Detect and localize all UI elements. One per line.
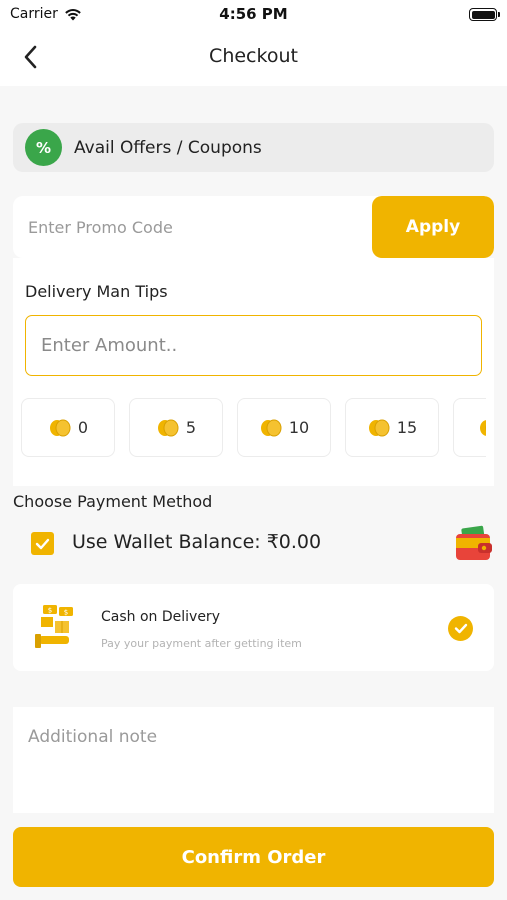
selected-check-icon (448, 616, 473, 641)
coin-icon (259, 418, 283, 438)
tip-option-0[interactable]: 0 (21, 398, 115, 457)
tip-option-more[interactable] (453, 398, 486, 457)
svg-text:$: $ (64, 609, 68, 617)
apply-button[interactable]: Apply (372, 196, 494, 258)
status-bar: Carrier 4:56 PM (0, 0, 507, 28)
additional-note-input[interactable] (13, 707, 494, 813)
confirm-order-button[interactable]: Confirm Order (13, 827, 494, 887)
clock: 4:56 PM (219, 5, 288, 23)
delivery-tips-card: Delivery Man Tips 0 5 10 15 (13, 258, 494, 486)
avail-offers-button[interactable]: % Avail Offers / Coupons (13, 123, 494, 172)
wallet-checkbox[interactable] (31, 532, 54, 555)
cod-subtitle: Pay your payment after getting item (101, 637, 302, 650)
cod-title: Cash on Delivery (101, 609, 220, 625)
cash-on-delivery-option[interactable]: $ $ Cash on Delivery Pay your payment af… (13, 584, 494, 671)
promo-code-section: Apply (13, 196, 494, 258)
coin-icon (48, 418, 72, 438)
tip-option-15[interactable]: 15 (345, 398, 439, 457)
tip-option-label: 5 (185, 418, 197, 437)
tip-option-label: 15 (396, 418, 418, 437)
delivery-tips-heading: Delivery Man Tips (25, 282, 168, 301)
wallet-icon (454, 524, 494, 568)
coin-icon (367, 418, 391, 438)
promo-code-input[interactable] (13, 196, 372, 258)
checkmark-icon (35, 538, 50, 549)
tip-option-10[interactable]: 10 (237, 398, 331, 457)
percent-icon: % (25, 129, 62, 166)
wallet-balance-label: Use Wallet Balance: ₹0.00 (72, 531, 322, 553)
wallet-balance-row: Use Wallet Balance: ₹0.00 (13, 522, 494, 566)
cash-delivery-icon: $ $ (35, 603, 81, 655)
coin-icon (478, 418, 486, 438)
svg-text:$: $ (48, 607, 52, 615)
coin-icon (156, 418, 180, 438)
tip-option-5[interactable]: 5 (129, 398, 223, 457)
tip-options: 0 5 10 15 (21, 398, 486, 457)
tip-option-label: 10 (288, 418, 310, 437)
page-title: Checkout (209, 45, 298, 67)
tip-option-label: 0 (77, 418, 89, 437)
nav-bar: Checkout (0, 28, 507, 86)
payment-method-heading: Choose Payment Method (13, 492, 213, 511)
tip-amount-input[interactable] (25, 315, 482, 376)
avail-offers-label: Avail Offers / Coupons (74, 137, 262, 158)
battery-icon (469, 8, 500, 21)
